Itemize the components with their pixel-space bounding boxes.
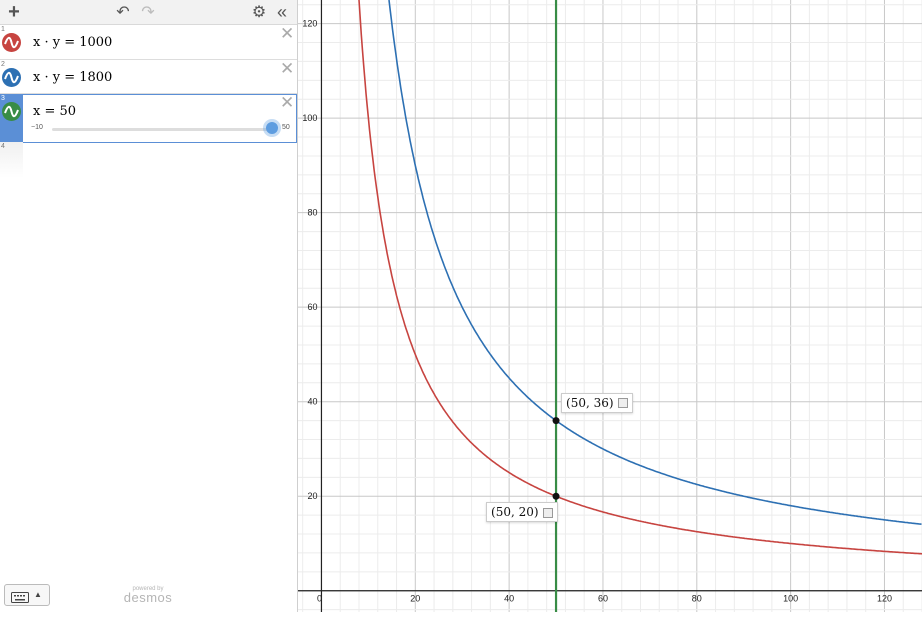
x-tick-label: 100: [783, 594, 798, 604]
point-coordinate-text: (50, 20): [491, 505, 539, 520]
keyboard-icon: [11, 590, 29, 608]
expression-gutter: 3: [0, 94, 23, 142]
add-expression-button[interactable]: +: [4, 0, 24, 24]
slider-thumb[interactable]: [266, 122, 278, 134]
new-expression-row[interactable]: 4: [0, 142, 23, 178]
intersection-point: [552, 492, 560, 500]
close-icon[interactable]: ✕: [280, 60, 294, 77]
expression-index: 3: [1, 95, 5, 102]
redo-button[interactable]: ↷: [139, 0, 157, 24]
x-tick-label: 60: [598, 594, 608, 604]
point-coordinate-text: (50, 36): [566, 395, 614, 410]
y-tick-label: 20: [307, 491, 317, 501]
desmos-logo[interactable]: powered by desmos: [122, 586, 174, 605]
wave-icon[interactable]: [2, 68, 21, 87]
expression-index: 1: [1, 26, 5, 33]
y-tick-label: 100: [302, 113, 317, 123]
undo-button[interactable]: ↶: [114, 0, 132, 24]
expression-row-1[interactable]: 1 x · y = 1000 ✕: [0, 25, 297, 60]
copy-icon[interactable]: [617, 398, 628, 409]
expression-input[interactable]: x · y = 1000: [33, 35, 112, 50]
slider-max-label[interactable]: 50: [282, 124, 290, 131]
keyboard-toggle-button[interactable]: ▲: [4, 584, 50, 606]
y-tick-label: 40: [307, 397, 317, 407]
y-tick-label: 120: [302, 19, 317, 29]
slider-min-label[interactable]: −10: [31, 124, 43, 131]
close-icon[interactable]: ✕: [280, 25, 294, 42]
settings-gear-icon[interactable]: ⚙: [250, 0, 268, 24]
caret-up-icon: ▲: [34, 590, 42, 599]
expression-index: 2: [1, 61, 5, 68]
expression-panel: + ↶ ↷ ⚙ « 1 x · y = 1000 ✕ 2 x · y = 180…: [0, 0, 298, 612]
expression-index: 4: [1, 143, 5, 150]
wave-icon[interactable]: [2, 102, 21, 121]
collapse-panel-button[interactable]: «: [273, 0, 291, 24]
point-coordinate-label[interactable]: (50, 20): [486, 502, 558, 523]
x-tick-label: 0: [317, 594, 322, 604]
close-icon[interactable]: ✕: [280, 94, 294, 111]
x-tick-label: 120: [877, 594, 892, 604]
graph-paper[interactable]: 0 20 40 60 80 100 120 20 40 60 80 100 120: [298, 0, 922, 612]
expression-toolbar: + ↶ ↷ ⚙ «: [0, 0, 297, 25]
brand-name: desmos: [123, 590, 173, 605]
copy-icon[interactable]: [542, 507, 553, 518]
expression-gutter: 1: [0, 25, 23, 59]
x-tick-label: 20: [410, 594, 420, 604]
expression-gutter: 2: [0, 60, 23, 93]
curve-1800: [388, 0, 922, 525]
expression-row-2[interactable]: 2 x · y = 1800 ✕: [0, 60, 297, 94]
slider-track[interactable]: [52, 128, 273, 131]
x-tick-label: 40: [504, 594, 514, 604]
y-tick-label: 60: [307, 302, 317, 312]
wave-icon[interactable]: [2, 33, 21, 52]
intersection-point: [552, 417, 560, 425]
x-tick-label: 80: [692, 594, 702, 604]
expression-input[interactable]: x · y = 1800: [33, 70, 112, 85]
graph-canvas[interactable]: 0 20 40 60 80 100 120 20 40 60 80 100 120: [298, 0, 922, 612]
point-coordinate-label[interactable]: (50, 36): [561, 392, 633, 413]
y-tick-label: 80: [307, 208, 317, 218]
expression-row-3[interactable]: 3 x = 50 ✕ −10 50: [0, 94, 297, 143]
expression-input[interactable]: x = 50: [33, 104, 76, 119]
